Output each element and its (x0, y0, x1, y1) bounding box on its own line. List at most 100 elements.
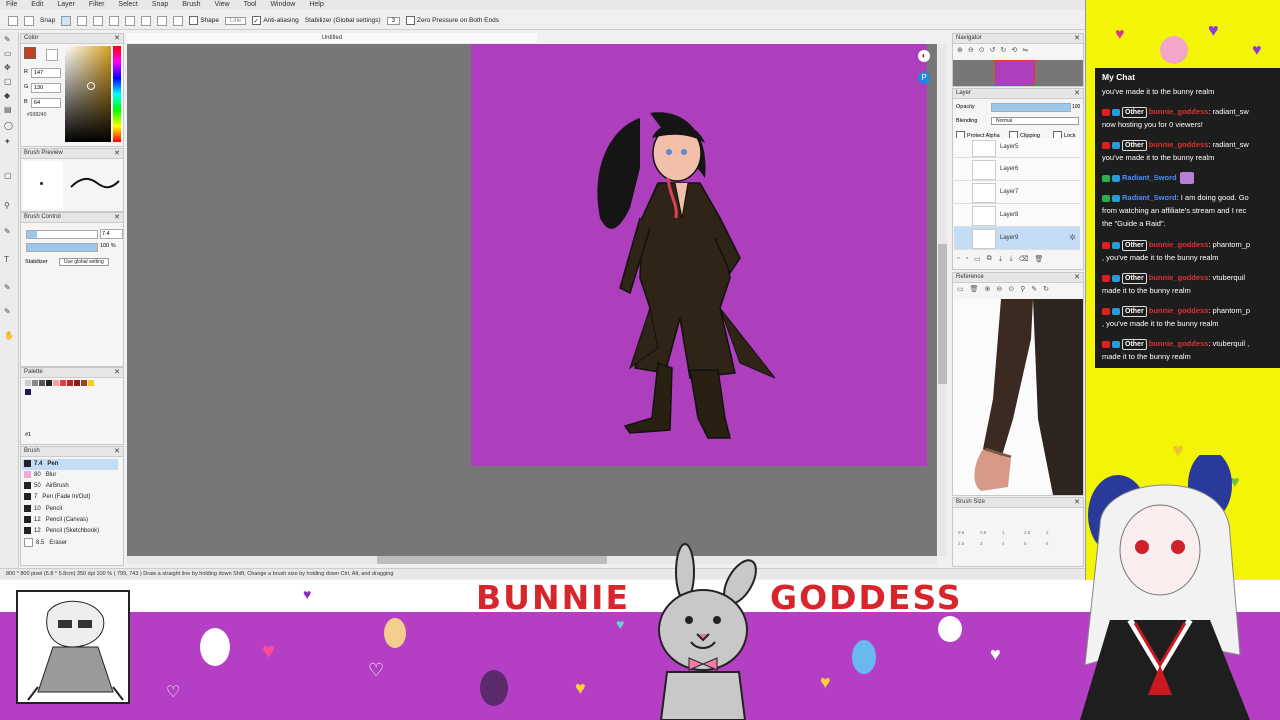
panel-toggle-icon[interactable] (8, 15, 18, 26)
brush-item[interactable]: 7 Pen (Fade In/Out) (22, 492, 118, 503)
menu-edit[interactable]: Edit (31, 0, 43, 10)
brush-size-option[interactable]: 3 (980, 541, 1002, 546)
select-tool-icon[interactable]: ▢ (4, 78, 14, 86)
opacity-slider[interactable] (26, 243, 98, 252)
eyedropper-icon[interactable]: ✎ (1031, 285, 1037, 293)
pin-icon[interactable]: ⚲ (1020, 285, 1025, 293)
zoom-tool-icon[interactable]: ⚲ (4, 202, 14, 210)
panel-toggle-icon[interactable] (24, 15, 34, 26)
clear-layer-icon[interactable]: ⌫ (1019, 255, 1029, 263)
palette-swatch[interactable] (88, 380, 94, 386)
menu-select[interactable]: Select (118, 0, 137, 10)
menu-help[interactable]: Help (309, 0, 323, 10)
saturation-value-picker[interactable] (65, 46, 111, 142)
move-tool-icon[interactable]: ✥ (4, 64, 14, 72)
secondary-color-swatch[interactable] (46, 49, 58, 61)
eyedropper-icon[interactable]: ✎ (4, 308, 14, 316)
layer-item[interactable]: Layer9 ✲ (954, 227, 1080, 250)
menu-view[interactable]: View (215, 0, 230, 10)
snap-off-icon[interactable] (61, 15, 72, 26)
brush-item[interactable]: 8.5 Eraser (22, 538, 118, 549)
vertical-scrollbar[interactable] (938, 44, 947, 556)
zoom-in-icon[interactable]: ⊕ (985, 285, 991, 293)
antialias-checkbox[interactable]: ✓ Anti-aliasing (252, 16, 299, 25)
menu-brush[interactable]: Brush (182, 0, 200, 10)
menu-window[interactable]: Window (270, 0, 295, 10)
menu-tool[interactable]: Tool (244, 0, 257, 10)
snap-curve-icon[interactable] (157, 15, 168, 26)
close-icon[interactable]: ✕ (114, 149, 120, 158)
palette-swatch[interactable] (74, 380, 80, 386)
brush-item[interactable]: 7.4 Pen (22, 459, 118, 470)
new-layer-icon[interactable]: ▫ (957, 255, 959, 263)
palette-swatch[interactable] (67, 380, 73, 386)
brush-item[interactable]: 10 Pencil (22, 504, 118, 515)
zero-pressure-checkbox[interactable]: Zero Pressure on Both Ends (405, 16, 499, 25)
transfer-down-icon[interactable]: ⇣ (998, 255, 1004, 263)
rotate-left-icon[interactable]: ↺ (990, 46, 996, 54)
close-icon[interactable]: ✕ (1074, 273, 1080, 282)
snap-parallel-icon[interactable] (77, 15, 88, 26)
palette-swatch[interactable] (46, 380, 52, 386)
hue-slider[interactable] (113, 46, 121, 142)
close-icon[interactable]: ✕ (1074, 34, 1080, 43)
palette-swatch[interactable] (60, 380, 66, 386)
palette-page-select[interactable]: #1 (25, 432, 31, 438)
palette-swatch[interactable] (25, 380, 31, 386)
brush-item[interactable]: 12 Pencil (Sketchbook) (22, 526, 118, 537)
layer-opacity-slider[interactable] (991, 103, 1071, 112)
fill-tool-icon[interactable]: ◆ (4, 92, 14, 100)
pen-tool-icon[interactable]: ✎ (4, 228, 14, 236)
palette-swatch[interactable] (25, 389, 31, 395)
size-slider[interactable] (26, 230, 98, 239)
magic-wand-icon[interactable]: ✦ (4, 138, 14, 146)
size-input[interactable]: 7.4 (100, 229, 123, 239)
merge-down-icon[interactable]: ⤓ (1009, 255, 1012, 263)
brush-item[interactable]: 50 AirBrush (22, 481, 118, 492)
open-file-icon[interactable]: ▭ (957, 285, 964, 293)
rotate-right-icon[interactable]: ↻ (1001, 46, 1007, 54)
primary-color-swatch[interactable] (24, 47, 36, 59)
pen-tool-icon[interactable]: ✎ (4, 36, 14, 44)
gradient-tool-icon[interactable]: ▤ (4, 106, 14, 114)
g-input[interactable]: 130 (31, 83, 61, 93)
layer-item[interactable]: Layer7 (954, 181, 1080, 204)
brush-size-option[interactable]: 0.8 (980, 530, 1002, 535)
close-icon[interactable]: ✕ (114, 447, 120, 456)
eraser-tool-icon[interactable]: ▭ (4, 50, 14, 58)
shape-checkbox[interactable]: Shape (189, 16, 219, 25)
canvas-rotate-icon[interactable]: ◐ (918, 50, 930, 62)
zoom-out-icon[interactable]: ⊖ (996, 285, 1002, 293)
reset-rotate-icon[interactable]: ⟲ (1011, 46, 1017, 54)
zoom-in-icon[interactable]: ⊕ (957, 46, 963, 54)
palette-swatch[interactable] (39, 380, 45, 386)
palette-swatch[interactable] (32, 380, 38, 386)
text-tool-icon[interactable]: T (4, 256, 14, 264)
blending-select[interactable]: Normal (991, 117, 1079, 125)
zoom-fit-icon[interactable]: ⊙ (979, 46, 985, 54)
new-folder-icon[interactable]: ▭ (974, 255, 981, 263)
snap-circle-icon[interactable] (141, 15, 152, 26)
hand-tool-icon[interactable]: ✋ (4, 332, 14, 340)
copy-layer-icon[interactable]: ⧉ (987, 255, 992, 263)
menu-layer[interactable]: Layer (57, 0, 75, 10)
palette-swatch[interactable] (53, 380, 59, 386)
close-icon[interactable]: ✕ (114, 368, 120, 377)
menu-file[interactable]: File (6, 0, 17, 10)
brush-size-option[interactable]: 2.5 (958, 541, 980, 546)
zoom-fit-icon[interactable]: ⊙ (1008, 285, 1014, 293)
menu-snap[interactable]: Snap (152, 0, 168, 10)
brush-size-option[interactable]: 4 (1002, 541, 1024, 546)
delete-icon[interactable]: 🗑 (970, 285, 979, 293)
palette-swatch[interactable] (81, 380, 87, 386)
brush-tool-icon[interactable]: ✎ (4, 284, 14, 292)
stabilizer-select[interactable]: Use global setting (59, 258, 109, 266)
brush-item[interactable]: 80 Blur (22, 470, 118, 481)
brush-size-option[interactable]: 0.6 (958, 530, 980, 535)
shape-select[interactable]: Line (224, 16, 247, 25)
lasso-tool-icon[interactable]: ◯ (4, 122, 14, 130)
stabilizer-select[interactable]: 3 (386, 16, 400, 25)
flip-icon[interactable]: ⇋ (1022, 46, 1028, 54)
layer-item[interactable]: Layer8 (954, 204, 1080, 227)
b-input[interactable]: 64 (31, 98, 61, 108)
